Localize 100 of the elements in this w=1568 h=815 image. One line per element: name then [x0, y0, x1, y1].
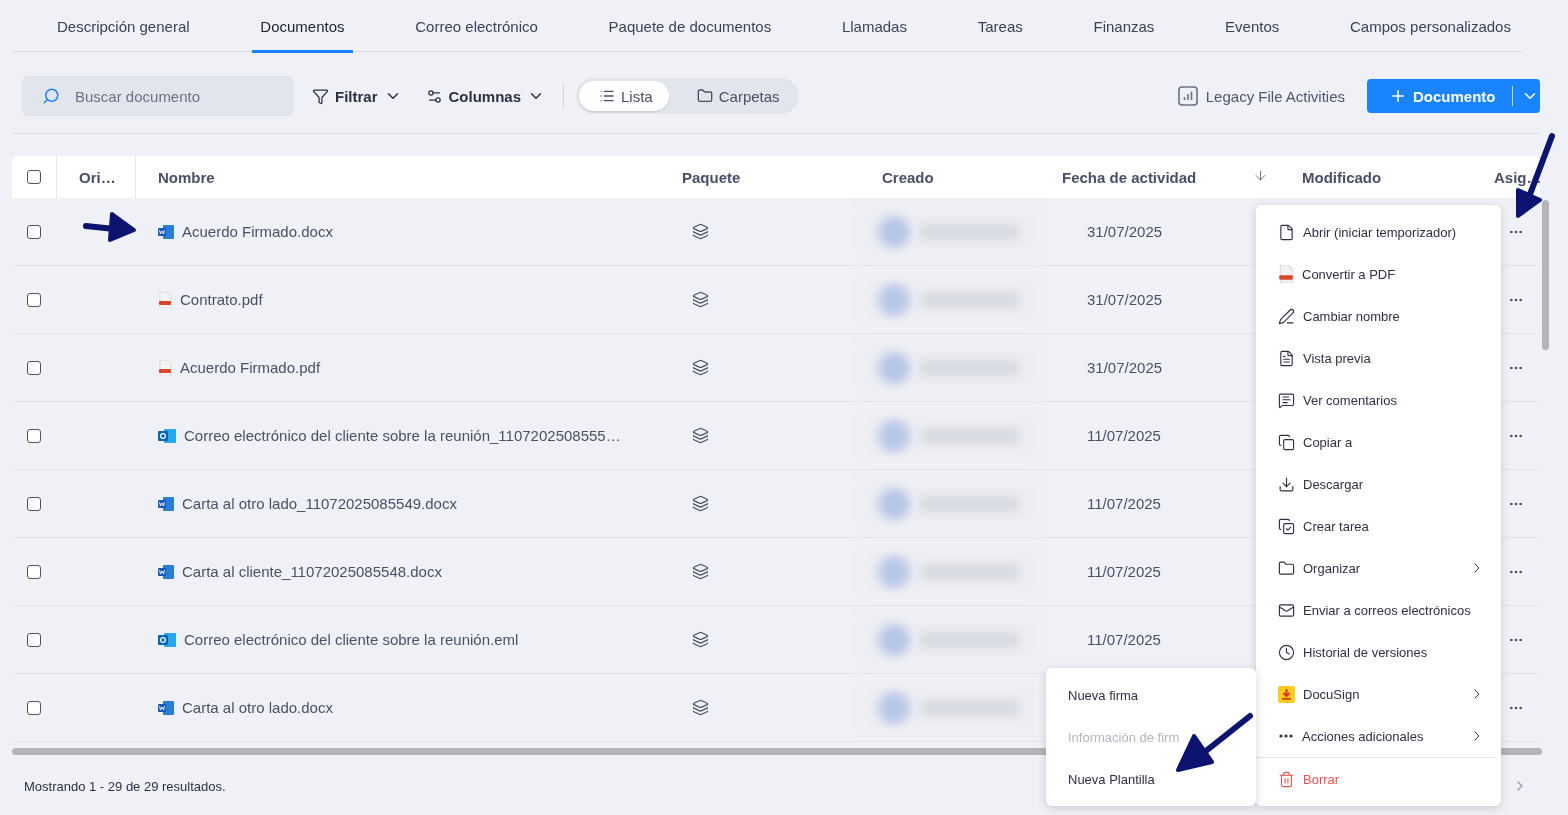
layers-icon — [692, 699, 709, 716]
column-header[interactable]: Creado — [860, 156, 1040, 198]
chart-icon — [1177, 86, 1198, 106]
file-name[interactable]: Acuerdo Firmado.pdf — [136, 334, 660, 401]
row-checkbox[interactable] — [27, 292, 41, 307]
trash-icon — [1278, 770, 1295, 788]
sort-arrow-icon — [1253, 168, 1268, 183]
menu-item[interactable]: Ver comentarios — [1256, 379, 1501, 421]
legacy-activities-link[interactable]: Legacy File Activities — [1177, 86, 1345, 106]
download-icon — [1278, 685, 1295, 703]
task-icon — [1278, 517, 1295, 535]
outlook-file-icon — [158, 631, 176, 648]
activity-date: 31/07/2025 — [1086, 222, 1164, 242]
word-file-icon — [158, 564, 174, 579]
tab[interactable]: Paquete de documentos — [600, 2, 780, 53]
tab[interactable]: Finanzas — [1085, 2, 1163, 53]
activity-date: 11/07/2025 — [1086, 630, 1162, 650]
file-name[interactable]: Carta al otro lado.docx — [136, 674, 660, 741]
pencil-icon — [1278, 307, 1295, 325]
file-name[interactable]: Correo electrónico del cliente sobre la reunión_1107202508555… — [136, 402, 660, 469]
download-icon — [1278, 475, 1295, 493]
menu-item[interactable]: Convertir a PDF — [1256, 253, 1501, 295]
filter-button[interactable]: Filtrar — [306, 87, 408, 105]
layers-icon — [692, 495, 709, 512]
file-name[interactable]: Acuerdo Firmado.docx — [136, 198, 660, 265]
clock-icon — [1278, 643, 1295, 661]
row-checkbox[interactable] — [27, 360, 41, 375]
columns-button[interactable]: Columnas — [419, 87, 552, 105]
tab[interactable]: Descripción general — [49, 2, 198, 53]
file-name[interactable]: Contrato.pdf — [136, 266, 660, 333]
row-checkbox[interactable] — [27, 428, 41, 443]
layers-icon — [692, 563, 709, 580]
word-file-icon — [158, 700, 174, 715]
ellipsis-icon — [1279, 734, 1293, 738]
column-header[interactable]: Fecha de actividad — [1040, 156, 1280, 198]
row-checkbox[interactable] — [27, 632, 41, 647]
file-icon — [1278, 223, 1295, 241]
column-header[interactable]: Ori… — [56, 156, 136, 198]
layers-icon — [692, 223, 709, 240]
menu-item[interactable]: Crear tarea — [1256, 505, 1501, 547]
list-icon — [599, 88, 616, 104]
vertical-scrollbar[interactable] — [1542, 200, 1549, 350]
word-file-icon — [158, 224, 174, 239]
submenu-item[interactable]: Nueva Plantilla — [1046, 758, 1256, 800]
column-header[interactable]: Nombre — [136, 156, 660, 198]
funnel-icon — [312, 87, 329, 105]
menu-item[interactable]: Copiar a — [1256, 421, 1501, 463]
tab[interactable]: Campos personalizados — [1342, 2, 1519, 53]
search-icon — [42, 87, 60, 105]
row-checkbox[interactable] — [27, 496, 41, 511]
menu-item[interactable]: Cambiar nombre — [1256, 295, 1501, 337]
copy-icon — [1278, 433, 1295, 451]
layers-icon — [692, 631, 709, 648]
row-checkbox[interactable] — [27, 564, 41, 579]
new-document-button[interactable]: Documento — [1367, 79, 1540, 113]
layers-icon — [692, 427, 709, 444]
plus-icon — [1389, 87, 1407, 105]
sliders-icon — [425, 87, 443, 105]
comment-icon — [1278, 391, 1295, 409]
view-button[interactable]: Carpetas — [676, 81, 796, 111]
mail-icon — [1278, 601, 1295, 619]
row-checkbox[interactable] — [27, 224, 41, 239]
view-button[interactable]: Lista — [579, 81, 669, 111]
select-all-checkbox[interactable] — [27, 170, 41, 184]
tab[interactable]: Correo electrónico — [407, 2, 546, 53]
pdf-icon — [1278, 265, 1294, 283]
layers-icon — [692, 291, 709, 308]
menu-item[interactable]: DocuSign — [1256, 673, 1501, 715]
folder-icon — [696, 88, 713, 104]
menu-item[interactable]: Enviar a correos electrónicos — [1256, 589, 1501, 631]
row-checkbox[interactable] — [27, 700, 41, 715]
word-file-icon — [158, 496, 174, 511]
menu-item[interactable]: Acciones adicionales — [1256, 715, 1501, 757]
tab[interactable]: Eventos — [1217, 2, 1288, 53]
outlook-file-icon — [158, 427, 176, 444]
layers-icon — [692, 359, 709, 376]
menu-item[interactable]: Vista previa — [1256, 337, 1501, 379]
folder-icon — [1278, 559, 1295, 577]
activity-date: 11/07/2025 — [1086, 562, 1162, 582]
file-name[interactable]: Carta al otro lado_11072025085549.docx — [136, 470, 660, 537]
results-count: Mostrando 1 - 29 de 29 resultados. — [24, 778, 226, 794]
menu-item[interactable]: Organizar — [1256, 547, 1501, 589]
column-header[interactable]: Paquete — [660, 156, 860, 198]
menu-item[interactable]: Historial de versiones — [1256, 631, 1501, 673]
tab[interactable]: Tareas — [969, 2, 1031, 53]
document-icon — [1278, 349, 1295, 367]
file-name[interactable]: Correo electrónico del cliente sobre la reunión.eml — [136, 606, 660, 673]
annotation-arrow — [83, 212, 136, 242]
tab[interactable]: Documentos — [252, 2, 353, 53]
file-name[interactable]: Carta al cliente_11072025085548.docx — [136, 538, 660, 605]
tab[interactable]: Llamadas — [833, 2, 915, 53]
menu-item[interactable]: Abrir (iniciar temporizador) — [1256, 211, 1501, 253]
submenu-item[interactable]: Nueva firma — [1046, 674, 1256, 716]
search-field[interactable]: Buscar documento — [22, 76, 294, 116]
activity-date: 31/07/2025 — [1086, 290, 1164, 310]
activity-date: 11/07/2025 — [1086, 494, 1162, 514]
pdf-file-icon — [158, 291, 172, 308]
column-header[interactable]: Modificado — [1280, 156, 1472, 198]
menu-item[interactable]: Descargar — [1256, 463, 1501, 505]
activity-date: 31/07/2025 — [1086, 358, 1164, 378]
